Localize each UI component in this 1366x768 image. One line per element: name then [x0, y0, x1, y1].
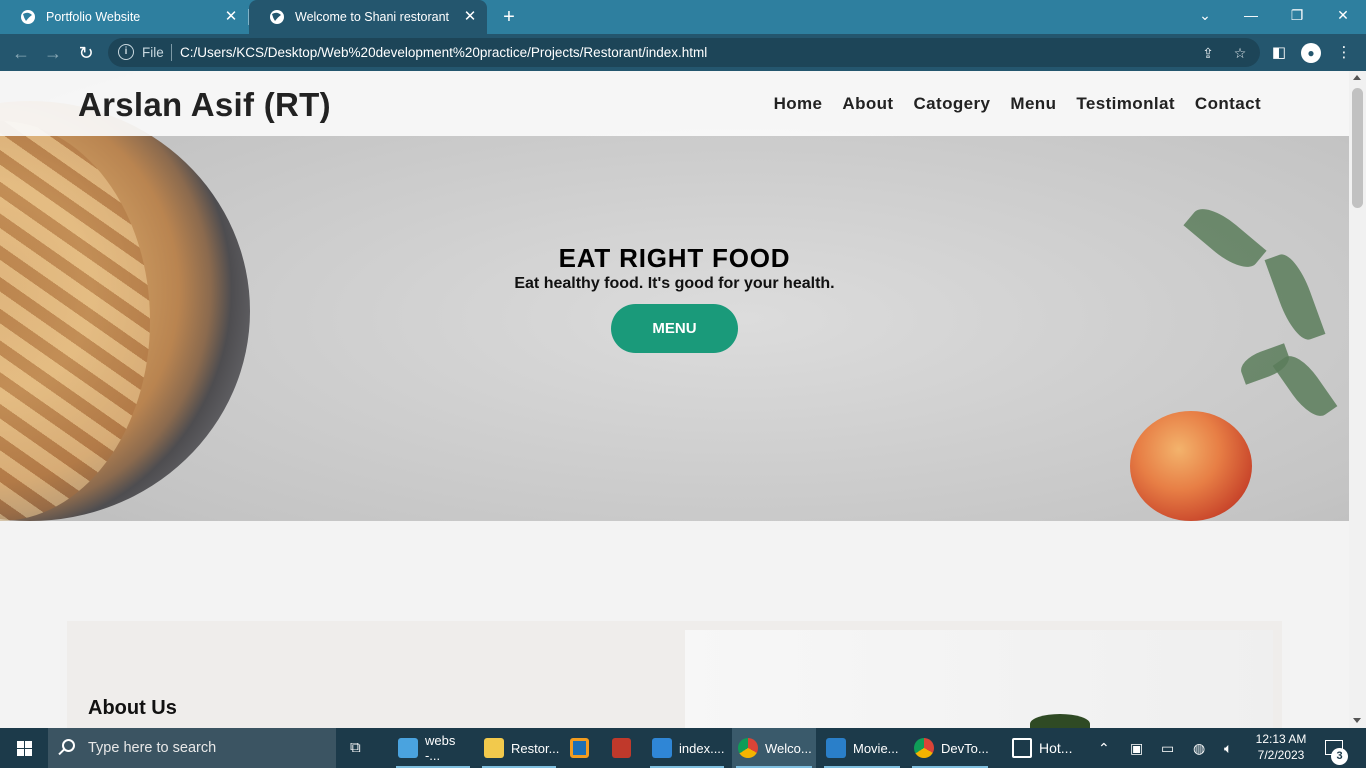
taskbar-app-label: Welco...	[765, 740, 812, 756]
browser-toolbar: ← → ↻ i File C:/Users/KCS/Desktop/Web%20…	[0, 34, 1366, 71]
taskbar-app-label: index....	[679, 740, 725, 756]
nav-contact[interactable]: Contact	[1195, 94, 1261, 114]
nav-home[interactable]: Home	[774, 94, 823, 114]
page-viewport: EAT RIGHT FOOD Eat healthy food. It's go…	[0, 71, 1349, 728]
taskbar-app-vm[interactable]	[564, 728, 596, 768]
meet-now-icon[interactable]: ▣	[1130, 740, 1143, 757]
windows-logo-pane	[25, 741, 32, 748]
nav-menu[interactable]: Menu	[1010, 94, 1056, 114]
nav-about[interactable]: About	[842, 94, 893, 114]
taskbar-app-label: Hot...	[1039, 740, 1073, 756]
globe-icon	[270, 10, 284, 24]
more-menu-icon[interactable]: ⋮	[1334, 43, 1354, 63]
battery-icon[interactable]: ▭	[1161, 740, 1174, 757]
address-divider	[171, 44, 172, 61]
show-hidden-icons-chevron-icon[interactable]: ⌃	[1098, 740, 1110, 757]
tab-search-chevron-icon[interactable]: ⌄	[1182, 0, 1228, 30]
menu-button[interactable]: MENU	[611, 304, 738, 353]
address-bar[interactable]: i File C:/Users/KCS/Desktop/Web%20develo…	[108, 38, 1260, 67]
movie-icon	[826, 738, 846, 758]
search-icon-handle	[58, 748, 65, 756]
tab-title: Portfolio Website	[46, 10, 141, 24]
taskbar-app-movie[interactable]: Movie...	[820, 728, 904, 768]
star-icon[interactable]: ☆	[1232, 45, 1248, 61]
page-scrollbar[interactable]	[1349, 71, 1366, 728]
hero-section: EAT RIGHT FOOD Eat healthy food. It's go…	[0, 71, 1349, 521]
hero-subtitle: Eat healthy food. It's good for your hea…	[514, 275, 835, 292]
notification-badge: 3	[1331, 748, 1348, 765]
volume-icon[interactable]: 🔈︎	[1224, 740, 1232, 757]
news-icon	[1012, 738, 1032, 758]
windows-taskbar: Type here to search ⧉ webs -... Restor..…	[0, 728, 1366, 768]
site-header: Arslan Asif (RT) Home About Catogery Men…	[0, 71, 1349, 136]
side-panel-icon[interactable]: ◧	[1269, 43, 1289, 63]
file-label: File	[142, 45, 164, 60]
network-globe-icon[interactable]: ◍	[1193, 740, 1205, 757]
nav-testimonial[interactable]: Testimonlat	[1076, 94, 1175, 114]
close-icon[interactable]: ✕	[222, 8, 240, 26]
scroll-down-icon[interactable]	[1353, 718, 1361, 723]
taskbar-app-label: DevTo...	[941, 740, 989, 756]
archive-icon	[612, 738, 631, 758]
taskbar-search[interactable]: Type here to search	[48, 728, 336, 768]
close-icon[interactable]: ✕	[461, 8, 479, 26]
taskbar-app-vscode[interactable]: index....	[646, 728, 728, 768]
profile-icon[interactable]: ●	[1301, 43, 1321, 63]
taskbar-app-restorant-folder[interactable]: Restor...	[478, 728, 560, 768]
vscode-icon	[652, 738, 672, 758]
scrollbar-thumb[interactable]	[1352, 88, 1363, 208]
windows-logo-pane	[17, 749, 24, 756]
taskbar-news-widget[interactable]: Hot...	[1006, 728, 1086, 768]
taskbar-app-label: Restor...	[511, 740, 560, 756]
taskbar-app-chrome-welcome[interactable]: Welco...	[732, 728, 816, 768]
apple-image	[1130, 411, 1252, 521]
taskbar-app-label: webs -...	[424, 733, 456, 763]
taskbar-app-archive[interactable]	[606, 728, 638, 768]
search-placeholder: Type here to search	[88, 740, 217, 756]
nav-category[interactable]: Catogery	[914, 94, 991, 114]
taskbar-app-devtools[interactable]: DevTo...	[908, 728, 992, 768]
reload-button[interactable]: ↻	[73, 40, 99, 66]
scroll-up-icon[interactable]	[1353, 75, 1361, 80]
clock-time: 12:13 AM	[1255, 732, 1307, 746]
windows-start-button[interactable]	[0, 728, 48, 768]
task-view-icon[interactable]: ⧉	[350, 739, 370, 757]
tab-shani-restorant[interactable]: Welcome to Shani restorant ✕	[249, 0, 487, 34]
site-logo[interactable]: Arslan Asif (RT)	[78, 86, 331, 124]
herb-image	[1030, 714, 1090, 728]
vm-icon	[570, 738, 589, 758]
chrome-icon	[914, 738, 934, 758]
tab-portfolio-website[interactable]: Portfolio Website ✕	[0, 0, 248, 34]
info-icon[interactable]: i	[118, 44, 134, 60]
site-nav: Home About Catogery Menu Testimonlat Con…	[774, 94, 1261, 114]
new-tab-button[interactable]: +	[498, 7, 520, 27]
globe-icon	[21, 10, 35, 24]
windows-logo-pane	[25, 749, 32, 756]
restore-button[interactable]: ❐	[1274, 0, 1320, 30]
cube-icon	[398, 738, 418, 758]
clock-date: 7/2/2023	[1257, 748, 1305, 762]
taskbar-clock[interactable]: 12:13 AM 7/2/2023	[1254, 731, 1308, 763]
share-icon[interactable]: ⇪	[1200, 45, 1216, 61]
forward-button[interactable]: →	[40, 40, 66, 66]
tab-title: Welcome to Shani restorant	[295, 10, 450, 24]
chrome-icon	[738, 738, 758, 758]
windows-logo-icon	[17, 741, 24, 748]
url-text[interactable]: C:/Users/KCS/Desktop/Web%20development%2…	[180, 45, 707, 60]
about-title: About Us	[88, 697, 177, 719]
minimize-button[interactable]: —	[1228, 0, 1274, 30]
taskbar-app-label: Movie...	[853, 740, 899, 756]
about-image	[685, 630, 1273, 728]
close-window-button[interactable]: ✕	[1320, 0, 1366, 30]
hero-title: EAT RIGHT FOOD	[558, 243, 791, 273]
browser-tab-bar: Portfolio Website ✕ Welcome to Shani res…	[0, 0, 1366, 34]
taskbar-app-webs[interactable]: webs -...	[392, 728, 474, 768]
folder-icon	[484, 738, 504, 758]
back-button[interactable]: ←	[8, 40, 34, 66]
